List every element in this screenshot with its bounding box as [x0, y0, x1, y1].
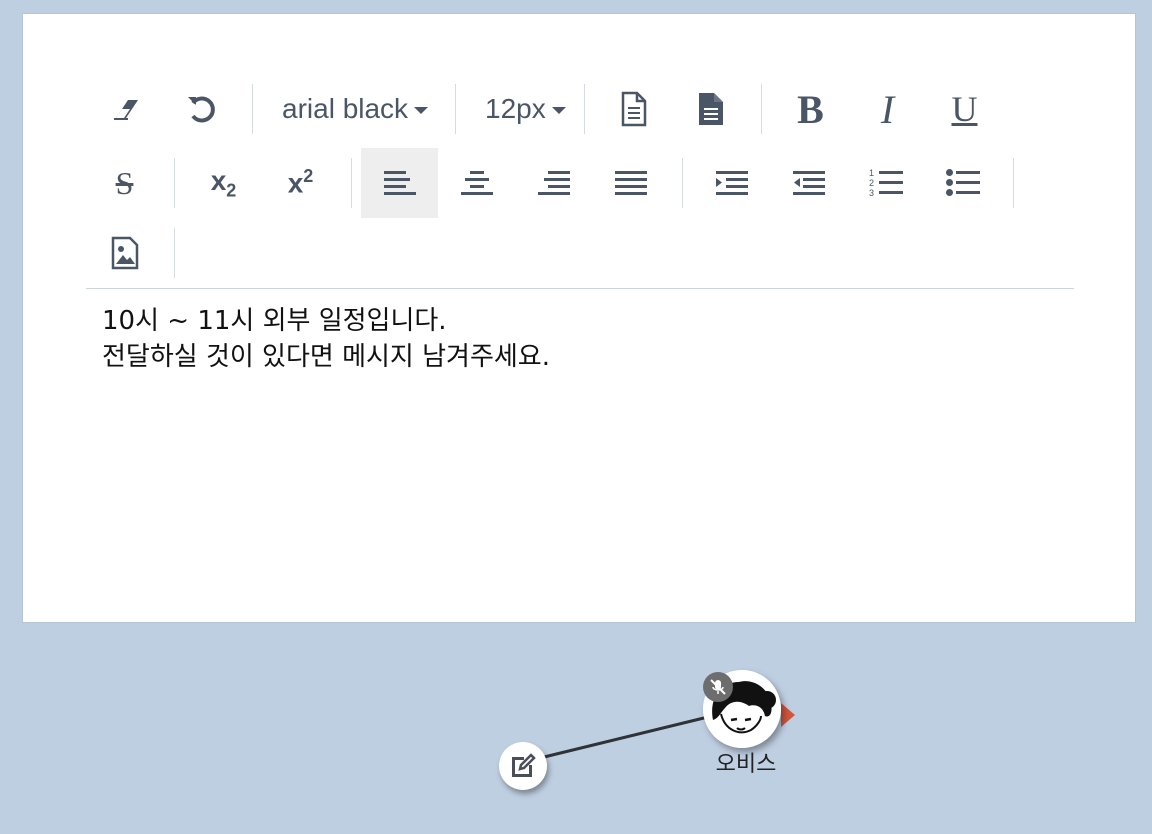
content-line: 전달하실 것이 있다면 메시지 남겨주세요. [102, 342, 550, 372]
italic-button[interactable]: I [849, 74, 926, 144]
eraser-button[interactable] [86, 74, 163, 144]
chevron-down-icon [414, 107, 429, 114]
superscript-base: x [287, 167, 304, 199]
superscript-label: x2 [288, 166, 314, 199]
font-family-value: arial black [282, 93, 409, 124]
strikethrough-label: S [115, 164, 134, 201]
svg-text:2: 2 [869, 178, 874, 188]
font-size-value: 12px [485, 93, 546, 124]
svg-text:3: 3 [869, 188, 874, 198]
toolbar-separator [252, 84, 253, 134]
undo-button[interactable] [163, 74, 240, 144]
document-outline-icon [621, 91, 646, 127]
align-left-icon [383, 171, 416, 195]
mute-icon [710, 679, 726, 695]
outdent-button[interactable] [770, 148, 847, 218]
editor-toolbar: arial black 12px B I U S x2 x2 1 2 3 [86, 74, 1074, 289]
chevron-down-icon [551, 107, 566, 114]
toolbar-separator [455, 84, 456, 134]
user-name: 오비스 [715, 752, 777, 777]
align-justify-icon [614, 171, 647, 195]
insert-image-button[interactable] [86, 218, 163, 288]
eraser-icon [113, 100, 138, 120]
svg-text:1: 1 [869, 168, 874, 178]
editor-content[interactable]: 10시 ~ 11시 외부 일정입니다. 전달하실 것이 있다면 메시지 남겨주세… [102, 303, 1062, 375]
toolbar-separator [174, 228, 175, 278]
toolbar-separator [584, 84, 585, 134]
image-icon [111, 236, 138, 270]
document-filled-button[interactable] [672, 74, 749, 144]
edit-button[interactable] [499, 742, 547, 790]
superscript-button[interactable]: x2 [262, 148, 339, 218]
subscript-base: x [210, 164, 227, 196]
align-justify-button[interactable] [592, 148, 669, 218]
undo-icon [187, 96, 215, 123]
subscript-mark: 2 [226, 180, 237, 201]
align-center-button[interactable] [438, 148, 515, 218]
toolbar-separator [351, 158, 352, 208]
toolbar-separator [174, 158, 175, 208]
ordered-list-icon: 1 2 3 [869, 168, 903, 198]
toolbar-row-1: arial black 12px B I U [86, 74, 1074, 144]
outdent-icon [792, 171, 825, 195]
indent-button[interactable] [693, 148, 770, 218]
underline-button[interactable]: U [926, 74, 1003, 144]
align-right-icon [537, 171, 570, 195]
edit-icon [512, 753, 536, 777]
font-family-select[interactable]: arial black [282, 74, 429, 144]
unordered-list-button[interactable] [924, 148, 1001, 218]
align-left-button[interactable] [361, 148, 438, 218]
mute-badge [703, 672, 733, 702]
subscript-button[interactable]: x2 [185, 148, 262, 218]
subscript-label: x2 [211, 165, 237, 202]
unordered-list-icon [945, 169, 980, 196]
superscript-mark: 2 [303, 166, 314, 187]
bold-label: B [797, 86, 824, 132]
content-line: 10시 ~ 11시 외부 일정입니다. [102, 306, 447, 336]
font-size-select[interactable]: 12px [485, 74, 566, 144]
align-center-icon [460, 171, 493, 195]
align-right-button[interactable] [515, 148, 592, 218]
bold-button[interactable]: B [772, 74, 849, 144]
pointer-arrow [781, 703, 795, 727]
indent-icon [715, 171, 748, 195]
underline-label: U [951, 89, 978, 129]
toolbar-separator [682, 158, 683, 208]
document-outline-button[interactable] [595, 74, 672, 144]
toolbar-separator [761, 84, 762, 134]
strikethrough-button[interactable]: S [86, 148, 163, 218]
ordered-list-button[interactable]: 1 2 3 [847, 148, 924, 218]
toolbar-row-3 [86, 218, 1074, 288]
toolbar-row-2: S x2 x2 1 2 3 [86, 148, 1074, 218]
toolbar-separator [1013, 158, 1014, 208]
document-filled-icon [698, 93, 723, 125]
italic-label: I [880, 86, 895, 132]
